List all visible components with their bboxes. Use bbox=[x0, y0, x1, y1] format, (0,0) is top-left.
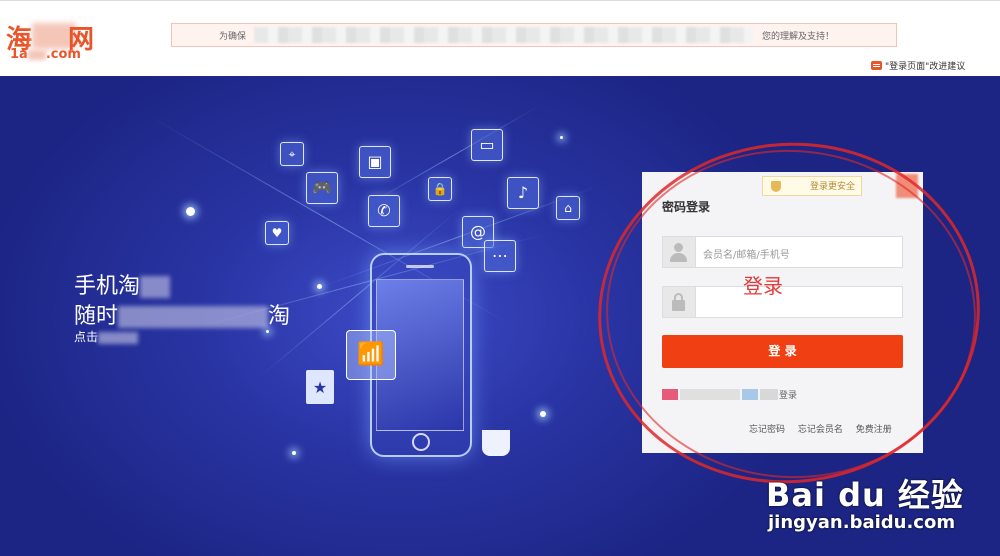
notice-bar: 为确保 您的理解及支持！ bbox=[171, 23, 897, 47]
wifi-icon: 📶 bbox=[346, 330, 396, 380]
annotation-label: 登录 bbox=[743, 274, 783, 298]
glow-dot bbox=[292, 451, 296, 455]
logo-domain: 1a .com bbox=[10, 47, 81, 62]
briefcase-icon: ▣ bbox=[359, 146, 391, 178]
watermark-url: jingyan.baidu.com bbox=[768, 512, 956, 533]
phone-icon: ✆ bbox=[368, 195, 400, 227]
top-header: 海 网 1a .com 为确保 您的理解及支持！ "登录页面"改进建议 bbox=[0, 0, 1000, 77]
glow-dot bbox=[186, 207, 195, 216]
notice-blur bbox=[254, 27, 754, 43]
glow-dot bbox=[540, 411, 546, 417]
notice-text-start: 为确保 bbox=[219, 32, 247, 42]
slogan-line-1: 手机淘 bbox=[74, 268, 171, 300]
hanger-icon: ⌂ bbox=[556, 196, 580, 220]
map-pin-icon: ⌖ bbox=[280, 142, 304, 166]
site-logo[interactable]: 海 网 1a .com bbox=[6, 19, 101, 65]
slogan-line-2: 随时淘 bbox=[74, 304, 291, 329]
feedback-link[interactable]: "登录页面"改进建议 bbox=[871, 59, 965, 72]
lock-icon: 🔒 bbox=[428, 177, 452, 201]
gamepad-icon: 🎮 bbox=[306, 172, 338, 204]
feedback-label: "登录页面"改进建议 bbox=[885, 62, 966, 72]
heart-icon: ♥ bbox=[265, 221, 289, 245]
tv-icon: ▭ bbox=[471, 129, 503, 161]
coffee-cup-icon bbox=[482, 430, 510, 456]
feedback-icon bbox=[871, 61, 882, 70]
slogan-line-3: 点击 bbox=[74, 328, 139, 345]
microphone-icon: ♪ bbox=[507, 177, 539, 209]
watermark-brand: Bai du 经验 bbox=[766, 476, 964, 514]
phone-speaker bbox=[406, 265, 434, 268]
notice-text-end: 您的理解及支持！ bbox=[762, 32, 835, 42]
shopping-bag-icon: ★ bbox=[306, 370, 334, 404]
glow-dot bbox=[266, 330, 269, 333]
phone-home-button bbox=[412, 433, 430, 451]
glow-dot bbox=[560, 136, 563, 139]
share-icon: ⋯ bbox=[484, 240, 516, 272]
glow-dot bbox=[317, 284, 322, 289]
